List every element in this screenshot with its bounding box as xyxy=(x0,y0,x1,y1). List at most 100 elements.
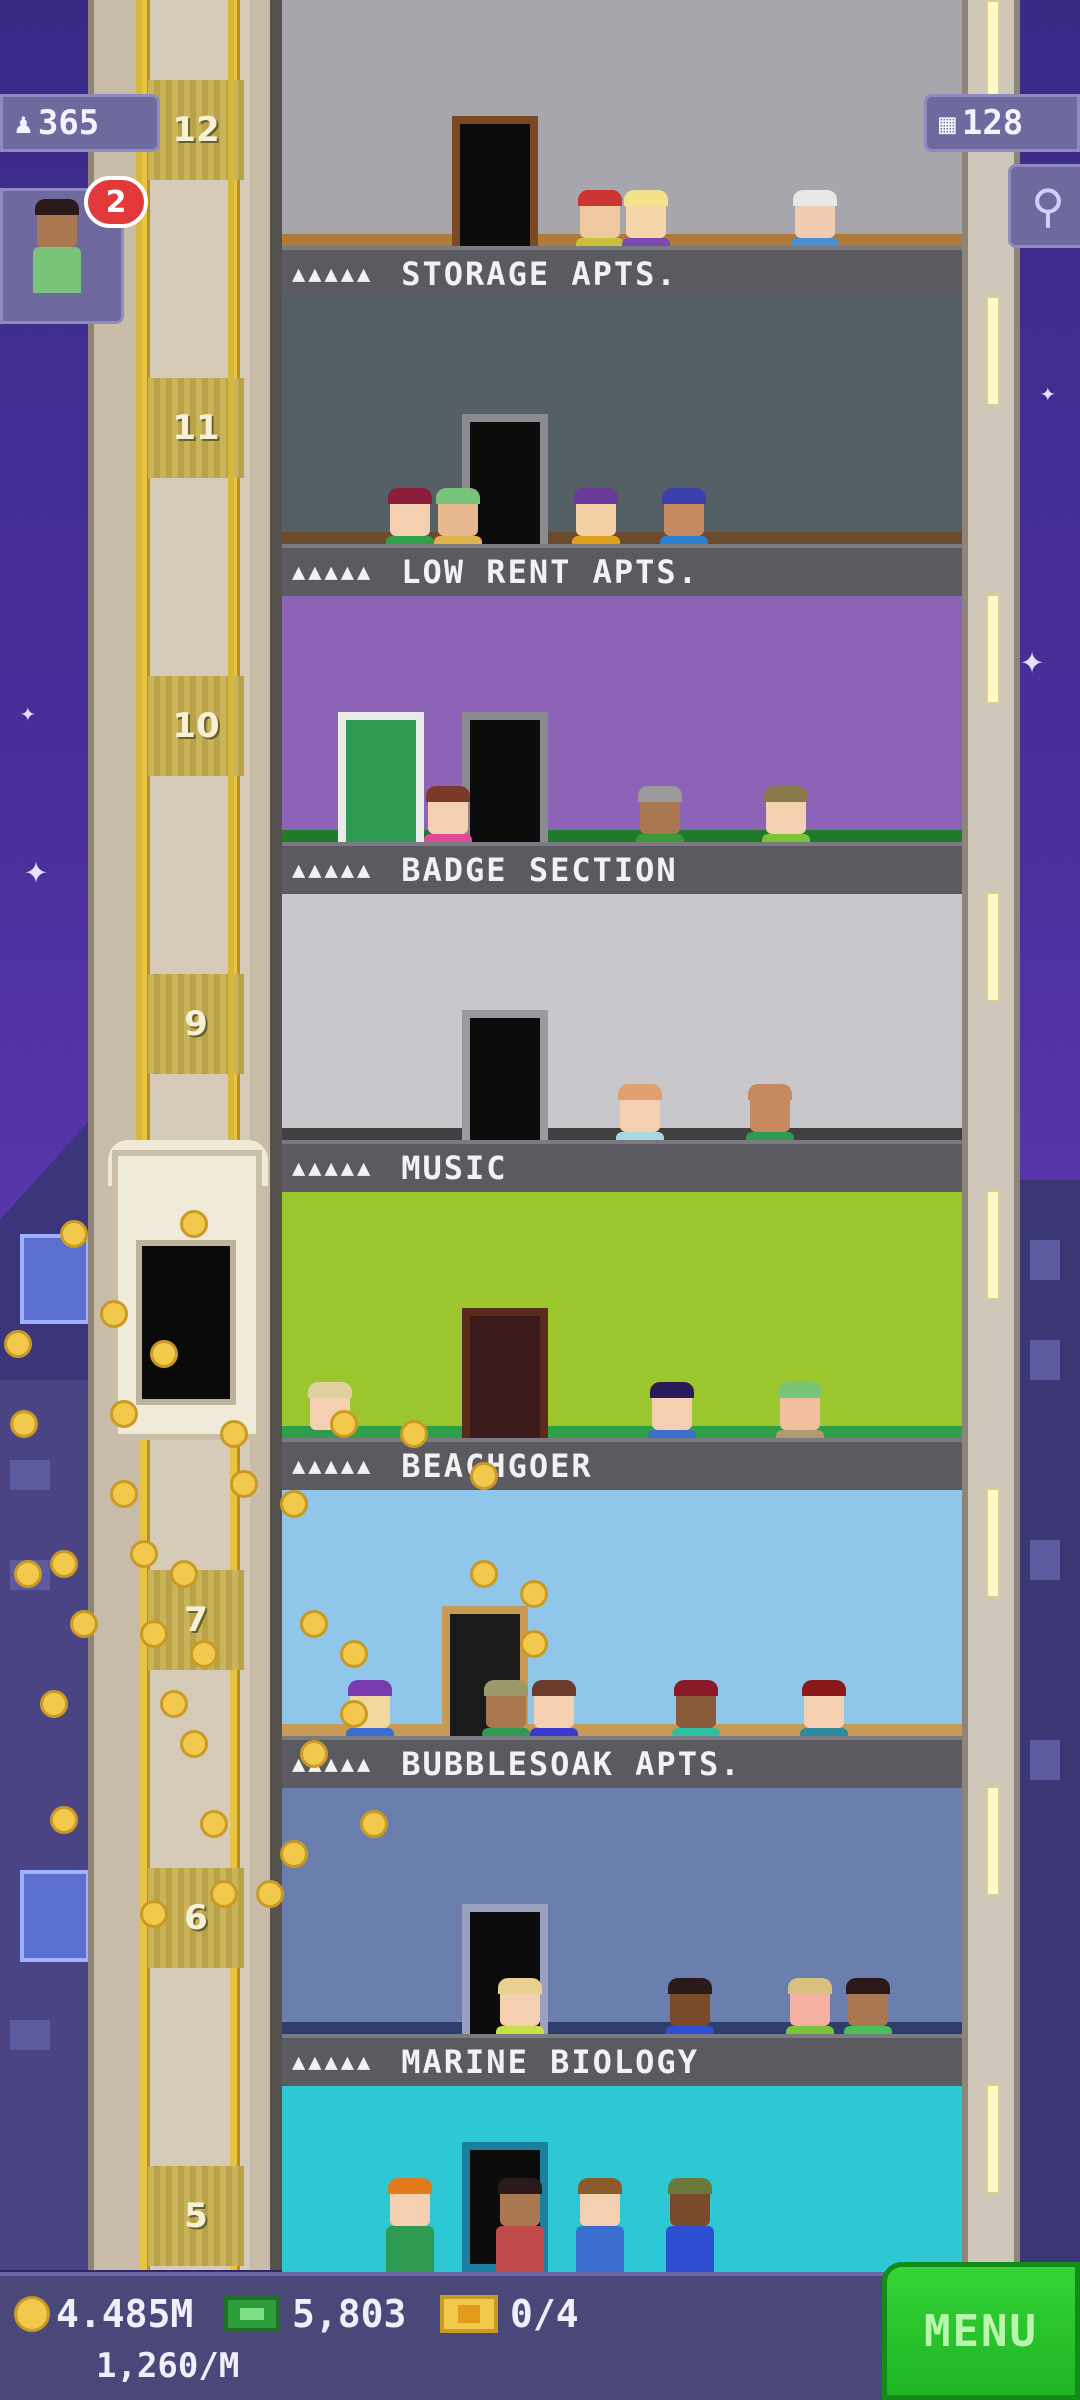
menu-button[interactable]: MENU xyxy=(882,2262,1080,2400)
coin-icon[interactable] xyxy=(470,1462,498,1490)
coins-value: 4.485M xyxy=(56,2292,194,2336)
elevator-cable xyxy=(228,0,234,1150)
coin-icon[interactable] xyxy=(170,1560,198,1588)
coin-icon[interactable] xyxy=(280,1840,308,1868)
tower-light xyxy=(986,1786,1000,1896)
population-counter[interactable]: ♟ 365 xyxy=(0,94,160,152)
floor-sign: ▲▲▲▲▲ LOW RENT APTS. xyxy=(282,544,962,596)
tenant[interactable] xyxy=(492,2178,548,2272)
coin-icon[interactable] xyxy=(150,1340,178,1368)
star-icon: ✦ xyxy=(1040,378,1056,408)
coin-icon[interactable] xyxy=(300,1610,328,1638)
coin-icon[interactable] xyxy=(280,1490,308,1518)
floor-name: STORAGE APTS. xyxy=(401,255,678,293)
coin-icon[interactable] xyxy=(190,1640,218,1668)
coin-icon[interactable] xyxy=(50,1550,78,1578)
ticket-icon xyxy=(440,2295,498,2333)
building-window xyxy=(1030,1340,1060,1380)
visitor-avatar xyxy=(29,199,85,293)
coin-icon[interactable] xyxy=(60,1220,88,1248)
person-icon: ♟ xyxy=(15,106,32,140)
tickets-stat[interactable]: 0/4 xyxy=(440,2292,579,2336)
tower-light xyxy=(986,594,1000,704)
coin-icon[interactable] xyxy=(180,1210,208,1238)
billboard xyxy=(20,1234,90,1324)
coin-icon[interactable] xyxy=(520,1580,548,1608)
coin-icon[interactable] xyxy=(470,1560,498,1588)
bux-icon xyxy=(224,2296,280,2332)
floor-storage-apts[interactable]: ▲▲▲▲▲ STORAGE APTS. xyxy=(282,0,962,298)
bux-stat[interactable]: 5,803 xyxy=(224,2292,406,2336)
floor-music[interactable]: ▲▲▲▲▲ MUSIC xyxy=(282,894,962,1192)
coin-icon[interactable] xyxy=(400,1420,428,1448)
coin-icon[interactable] xyxy=(220,1420,248,1448)
coin-icon[interactable] xyxy=(40,1690,68,1718)
room-interior xyxy=(282,1192,962,1438)
bux-value: 5,803 xyxy=(292,2292,407,2336)
coin-icon[interactable] xyxy=(70,1610,98,1638)
elevator-door[interactable] xyxy=(136,1240,236,1405)
coin-icon[interactable] xyxy=(230,1470,258,1498)
floor-bubblesoak-apts[interactable]: ▲▲▲▲▲ BUBBLESOAK APTS. xyxy=(282,1490,962,1788)
floor-name: LOW RENT APTS. xyxy=(401,553,699,591)
coin-icon[interactable] xyxy=(100,1300,128,1328)
building-window xyxy=(10,1460,50,1490)
building-window xyxy=(1030,1240,1060,1280)
coins-rate: 1,260/M xyxy=(96,2346,240,2386)
star-icon: ✦ xyxy=(1020,637,1045,683)
star-icon: ✦ xyxy=(24,847,49,893)
floor-low-rent-apts[interactable]: ▲▲▲▲▲ LOW RENT APTS. xyxy=(282,298,962,596)
floor-name: MUSIC xyxy=(401,1149,508,1187)
coin-icon[interactable] xyxy=(340,1640,368,1668)
tenant[interactable] xyxy=(382,2178,438,2272)
coin-icon[interactable] xyxy=(50,1806,78,1834)
coin-icon xyxy=(14,2296,50,2332)
coin-icon[interactable] xyxy=(10,1410,38,1438)
floor-name: BADGE SECTION xyxy=(401,851,678,889)
coin-icon[interactable] xyxy=(330,1410,358,1438)
coin-icon[interactable] xyxy=(300,1740,328,1768)
coin-icon[interactable] xyxy=(360,1810,388,1838)
tickets-value: 0/4 xyxy=(510,2292,579,2336)
coin-icon[interactable] xyxy=(160,1690,188,1718)
floor-badge-section[interactable]: ▲▲▲▲▲ BADGE SECTION xyxy=(282,596,962,894)
coins-stat[interactable]: 4.485M xyxy=(14,2292,193,2336)
coin-icon[interactable] xyxy=(200,1810,228,1838)
coin-icon[interactable] xyxy=(110,1480,138,1508)
tower-light xyxy=(986,1190,1000,1300)
floor-counter[interactable]: ▦ 128 xyxy=(924,94,1080,152)
tower-light xyxy=(986,892,1000,1002)
floor-sign: ▲▲▲▲▲ MARINE BIOLOGY xyxy=(282,2034,962,2086)
building-window xyxy=(1030,1540,1060,1580)
building-window xyxy=(1030,1740,1060,1780)
search-button[interactable]: ⚲ xyxy=(1008,164,1080,248)
tower-inner-wall xyxy=(270,0,282,2270)
tower-light xyxy=(986,296,1000,406)
floor-sign: ▲▲▲▲▲ BUBBLESOAK APTS. xyxy=(282,1736,962,1788)
tenant[interactable] xyxy=(662,2178,718,2272)
room-floor xyxy=(282,1426,962,1438)
billboard xyxy=(20,1870,90,1962)
coin-icon[interactable] xyxy=(140,1900,168,1928)
coin-icon[interactable] xyxy=(14,1560,42,1588)
coin-icon[interactable] xyxy=(110,1400,138,1428)
building-icon: ▦ xyxy=(939,106,956,140)
tower-light xyxy=(986,2084,1000,2194)
coin-icon[interactable] xyxy=(520,1630,548,1658)
coin-icon[interactable] xyxy=(256,1880,284,1908)
tower-light xyxy=(986,1488,1000,1598)
tenant[interactable] xyxy=(572,2178,628,2272)
building-window xyxy=(10,2020,50,2050)
floor-sign: ▲▲▲▲▲ MUSIC xyxy=(282,1140,962,1192)
coin-icon[interactable] xyxy=(340,1700,368,1728)
coin-icon[interactable] xyxy=(4,1330,32,1358)
floor-aquarium[interactable] xyxy=(282,2086,962,2272)
floor-beachgoer[interactable]: ▲▲▲▲▲ BEACHGOER xyxy=(282,1192,962,1490)
elevator-cable xyxy=(136,0,142,1150)
coin-icon[interactable] xyxy=(180,1730,208,1758)
shaft-floor-number: 5 xyxy=(148,2166,244,2266)
coin-icon[interactable] xyxy=(130,1540,158,1568)
coin-icon[interactable] xyxy=(210,1880,238,1908)
floor-name: MARINE BIOLOGY xyxy=(401,2043,699,2081)
coin-icon[interactable] xyxy=(140,1620,168,1648)
